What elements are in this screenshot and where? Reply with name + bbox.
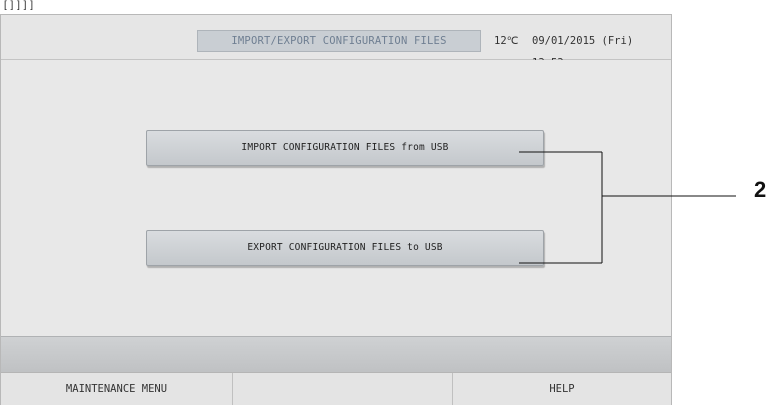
callout-label: 2 <box>754 177 767 202</box>
help-button[interactable]: HELP <box>453 373 671 405</box>
top-strip: [ ] ] ] ] <box>0 0 776 14</box>
status-bar <box>1 336 671 373</box>
controller-screen: IMPORT/EXPORT CONFIGURATION FILES 12℃ 09… <box>0 14 672 405</box>
footer-bar: MAINTENANCE MENU HELP <box>1 372 671 405</box>
header-bar: IMPORT/EXPORT CONFIGURATION FILES 12℃ 09… <box>1 15 671 69</box>
outdoor-temperature: 12℃ <box>494 35 519 47</box>
import-configuration-button[interactable]: IMPORT CONFIGURATION FILES from USB <box>146 130 544 166</box>
page-title: IMPORT/EXPORT CONFIGURATION FILES <box>197 30 481 52</box>
main-panel: IMPORT CONFIGURATION FILES from USB EXPO… <box>1 60 671 336</box>
date-time: 09/01/2015 (Fri) 13:53 <box>532 35 634 69</box>
maintenance-menu-button[interactable]: MAINTENANCE MENU <box>1 373 233 405</box>
export-configuration-button[interactable]: EXPORT CONFIGURATION FILES to USB <box>146 230 544 266</box>
top-strip-text: [ ] ] ] ] <box>4 0 34 11</box>
footer-blank-button <box>233 373 453 405</box>
